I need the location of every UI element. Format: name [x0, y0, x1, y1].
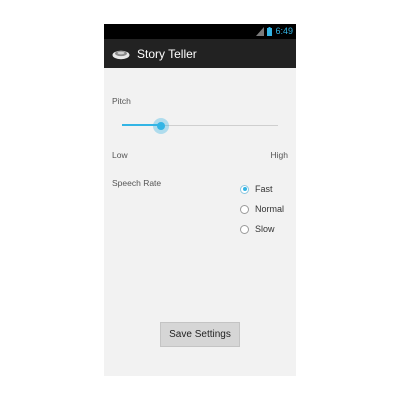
pitch-high-label: High	[270, 150, 288, 160]
pitch-low-label: Low	[112, 150, 128, 160]
pitch-slider-thumb[interactable]	[153, 118, 169, 134]
pitch-slider[interactable]	[122, 118, 278, 134]
speech-rate-label: Speech Rate	[112, 178, 162, 188]
app-title: Story Teller	[137, 46, 197, 61]
radio-option-fast[interactable]: Fast	[240, 179, 296, 199]
radio-button-fast[interactable]	[240, 184, 249, 194]
app-screen: 6:49 Story Teller Pitch Low High Speech …	[104, 24, 296, 376]
pitch-label: Pitch	[112, 96, 131, 106]
radio-label-normal: Normal	[255, 204, 285, 214]
radio-option-normal[interactable]: Normal	[240, 199, 296, 219]
radio-label-fast: Fast	[255, 184, 273, 194]
page: 6:49 Story Teller Pitch Low High Speech …	[0, 0, 400, 400]
status-time: 6:49	[275, 26, 293, 36]
radio-label-slow: Slow	[255, 224, 275, 234]
status-bar: 6:49	[104, 24, 296, 39]
radio-button-slow[interactable]	[240, 224, 249, 234]
status-icons: 6:49	[256, 25, 293, 38]
speech-rate-radio-group: Fast Normal Slow	[240, 179, 296, 239]
app-logo-icon[interactable]	[112, 48, 130, 60]
save-settings-button[interactable]: Save Settings	[160, 322, 240, 347]
action-bar: Story Teller	[104, 39, 296, 68]
radio-button-normal[interactable]	[240, 204, 249, 214]
radio-option-slow[interactable]: Slow	[240, 219, 296, 239]
